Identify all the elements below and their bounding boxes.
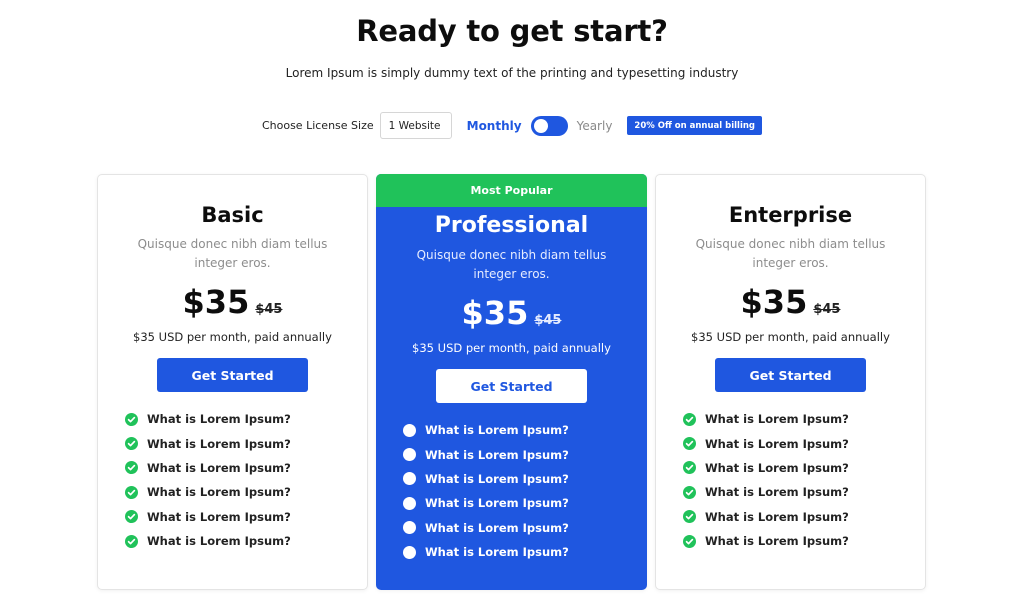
bullet-circle-icon [403,496,416,510]
bullet-circle-icon [403,448,416,462]
feature-item: What is Lorem Ipsum? [125,480,367,504]
check-circle-icon [125,412,138,426]
feature-item: What is Lorem Ipsum? [683,505,925,529]
billing-note: $35 USD per month, paid annually [691,330,890,344]
plan-price: $35 [182,283,250,321]
feature-text: What is Lorem Ipsum? [147,436,291,451]
check-circle-icon [683,510,696,524]
feature-item: What is Lorem Ipsum? [403,516,647,540]
feature-text: What is Lorem Ipsum? [705,436,849,451]
feature-item: What is Lorem Ipsum? [125,529,367,553]
feature-text: What is Lorem Ipsum? [147,412,291,427]
plan-card-professional: Most Popular Professional Quisque donec … [376,174,647,590]
feature-text: What is Lorem Ipsum? [425,423,569,438]
check-circle-icon [125,534,138,548]
bullet-circle-icon [403,545,416,559]
plan-price: $35 [461,294,529,332]
plan-old-price: $45 [813,302,841,317]
feature-item: What is Lorem Ipsum? [403,540,647,564]
license-size-select[interactable]: 1 Website [379,112,452,139]
feature-text: What is Lorem Ipsum? [147,485,291,500]
get-started-button[interactable]: Get Started [436,369,587,403]
discount-badge: 20% Off on annual billing [627,116,763,135]
get-started-button[interactable]: Get Started [715,358,866,392]
plan-old-price: $45 [255,302,283,317]
feature-item: What is Lorem Ipsum? [683,431,925,455]
feature-item: What is Lorem Ipsum? [683,529,925,553]
license-size-label: Choose License Size [261,119,374,132]
plan-description: Quisque donec nibh diam tellus integer e… [695,237,886,270]
check-circle-icon [125,437,138,451]
plan-name: Enterprise [728,203,853,227]
billing-note: $35 USD per month, paid annually [412,341,611,355]
billing-note: $35 USD per month, paid annually [133,330,332,344]
get-started-button[interactable]: Get Started [157,358,308,392]
feature-text: What is Lorem Ipsum? [147,509,291,524]
feature-text: What is Lorem Ipsum? [705,534,849,549]
yearly-label[interactable]: Yearly [577,119,613,133]
most-popular-banner: Most Popular [376,174,647,207]
feature-item: What is Lorem Ipsum? [125,431,367,455]
page-subtitle: Lorem Ipsum is simply dummy text of the … [285,66,739,80]
feature-item: What is Lorem Ipsum? [403,418,647,442]
check-circle-icon [125,461,138,475]
feature-item: What is Lorem Ipsum? [403,442,647,466]
check-circle-icon [683,412,696,426]
feature-item: What is Lorem Ipsum? [683,456,925,480]
price-row: $35 $45 [98,283,367,323]
plan-old-price: $45 [534,313,562,328]
plan-name: Professional [434,213,589,238]
check-circle-icon [683,485,696,499]
feature-text: What is Lorem Ipsum? [425,496,569,511]
plan-name: Basic [201,203,264,227]
feature-item: What is Lorem Ipsum? [403,491,647,515]
feature-text: What is Lorem Ipsum? [705,460,849,475]
feature-list: What is Lorem Ipsum? What is Lorem Ipsum… [376,418,647,564]
bullet-circle-icon [403,472,416,486]
feature-item: What is Lorem Ipsum? [125,456,367,480]
feature-text: What is Lorem Ipsum? [705,412,849,427]
check-circle-icon [683,534,696,548]
price-row: $35 $45 [656,283,925,323]
feature-text: What is Lorem Ipsum? [147,460,291,475]
check-circle-icon [683,437,696,451]
check-circle-icon [125,510,138,524]
bullet-circle-icon [403,521,416,535]
feature-text: What is Lorem Ipsum? [705,485,849,500]
check-circle-icon [683,461,696,475]
pricing-controls: Choose License Size 1 Website Monthly Ye… [0,112,1024,139]
plan-description: Quisque donec nibh diam tellus integer e… [137,237,328,270]
feature-list: What is Lorem Ipsum? What is Lorem Ipsum… [656,407,925,553]
check-circle-icon [125,485,138,499]
plan-description: Quisque donec nibh diam tellus integer e… [416,248,607,281]
feature-list: What is Lorem Ipsum? What is Lorem Ipsum… [98,407,367,553]
feature-item: What is Lorem Ipsum? [683,480,925,504]
plan-price: $35 [740,283,808,321]
feature-text: What is Lorem Ipsum? [147,534,291,549]
feature-item: What is Lorem Ipsum? [125,407,367,431]
feature-text: What is Lorem Ipsum? [425,447,569,462]
billing-period-toggle[interactable] [530,115,568,136]
feature-text: What is Lorem Ipsum? [425,520,569,535]
page-title: Ready to get start? [356,14,668,48]
plan-card-enterprise: Enterprise Quisque donec nibh diam tellu… [655,174,926,590]
price-row: $35 $45 [376,294,647,334]
bullet-circle-icon [403,423,416,437]
feature-text: What is Lorem Ipsum? [425,471,569,486]
monthly-label[interactable]: Monthly [467,119,522,133]
toggle-knob [533,118,548,133]
feature-item: What is Lorem Ipsum? [403,467,647,491]
feature-text: What is Lorem Ipsum? [425,545,569,560]
plan-card-basic: Basic Quisque donec nibh diam tellus int… [97,174,368,590]
feature-item: What is Lorem Ipsum? [125,505,367,529]
feature-item: What is Lorem Ipsum? [683,407,925,431]
feature-text: What is Lorem Ipsum? [705,509,849,524]
